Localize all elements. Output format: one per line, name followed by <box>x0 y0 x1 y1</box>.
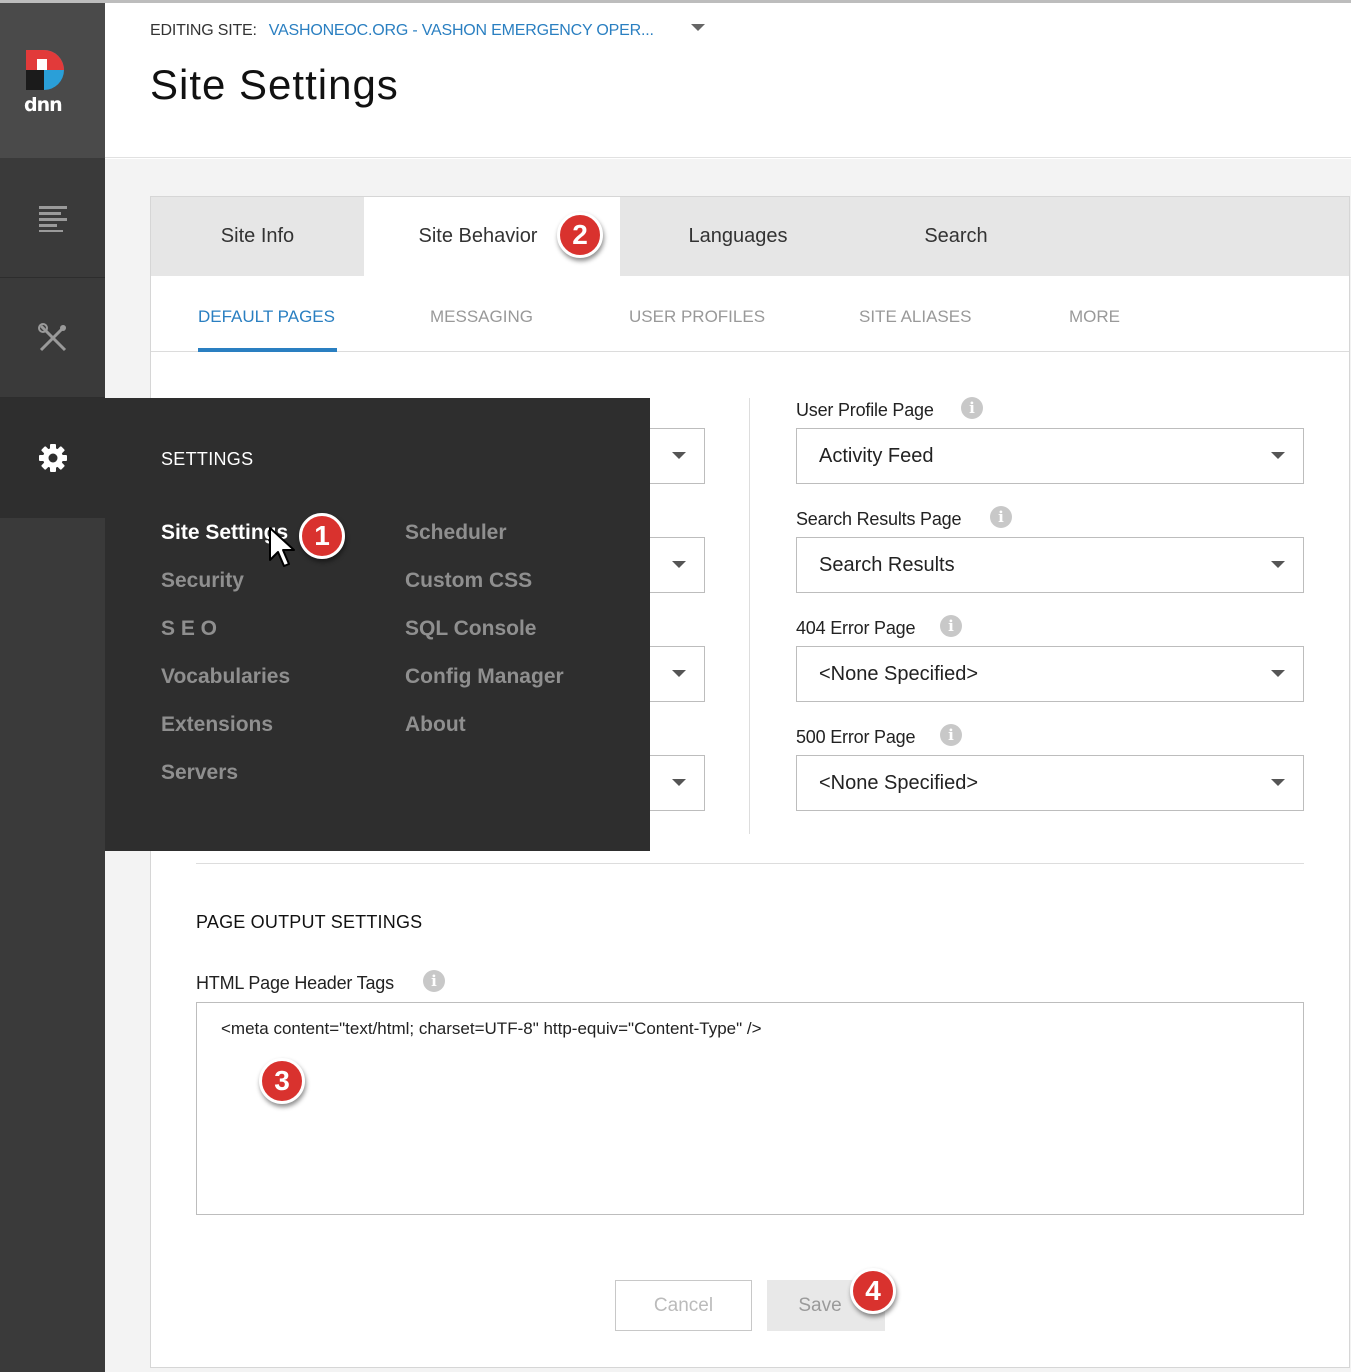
column-divider <box>749 398 750 834</box>
info-icon[interactable]: i <box>940 615 962 637</box>
select-value: Search Results <box>819 554 955 576</box>
tools-icon <box>37 323 66 352</box>
menu-item-sql-console[interactable]: SQL Console <box>405 617 536 641</box>
callout-badge-4: 4 <box>850 1268 896 1314</box>
info-icon[interactable]: i <box>423 970 445 992</box>
subtab-default-pages[interactable]: DEFAULT PAGES <box>198 307 335 327</box>
subtab-user-profiles[interactable]: USER PROFILES <box>629 307 765 327</box>
chevron-down-icon <box>672 779 686 786</box>
info-icon[interactable]: i <box>940 724 962 746</box>
chevron-down-icon <box>1271 779 1285 786</box>
error-500-page-select[interactable]: <None Specified> <box>796 755 1304 811</box>
callout-badge-1: 1 <box>299 513 345 559</box>
select-value: <None Specified> <box>819 772 979 794</box>
mouse-pointer-icon <box>269 527 295 567</box>
menu-item-seo[interactable]: S E O <box>161 617 217 641</box>
editing-site-label: EDITING SITE: <box>150 22 257 39</box>
chevron-down-icon <box>1271 452 1285 459</box>
chevron-down-icon <box>672 452 686 459</box>
dnn-logo-icon <box>26 50 64 90</box>
flyout-title: SETTINGS <box>161 449 254 469</box>
menu-item-servers[interactable]: Servers <box>161 761 238 785</box>
user-profile-page-label: User Profile Page <box>796 400 934 420</box>
gear-icon <box>38 444 67 472</box>
error-404-page-select[interactable]: <None Specified> <box>796 646 1304 702</box>
site-dropdown-caret-icon[interactable] <box>691 24 705 31</box>
menu-item-about[interactable]: About <box>405 713 466 737</box>
chevron-down-icon <box>672 561 686 568</box>
error-404-page-label: 404 Error Page <box>796 618 916 638</box>
subtab-messaging[interactable]: MESSAGING <box>430 307 533 327</box>
chevron-down-icon <box>1271 561 1285 568</box>
left-sidebar: dnn <box>0 3 105 1372</box>
editing-site-bar: EDITING SITE: VASHONEOC.ORG - VASHON EMER… <box>150 22 705 40</box>
search-results-page-select[interactable]: Search Results <box>796 537 1304 593</box>
active-subtab-indicator <box>198 348 337 352</box>
tab-languages[interactable]: Languages <box>620 197 856 276</box>
subtab-more[interactable]: MORE <box>1069 307 1120 327</box>
header-tags-textarea[interactable]: <meta content="text/html; charset=UTF-8"… <box>196 1002 1304 1215</box>
tab-bar: Site Info Site Behavior Languages Search <box>151 197 1349 276</box>
info-icon[interactable]: i <box>990 506 1012 528</box>
tab-site-behavior-label: Site Behavior <box>418 225 538 247</box>
menu-item-scheduler[interactable]: Scheduler <box>405 521 507 545</box>
page-output-section-title: PAGE OUTPUT SETTINGS <box>196 912 423 932</box>
menu-item-extensions[interactable]: Extensions <box>161 713 273 737</box>
page-header: EDITING SITE: VASHONEOC.ORG - VASHON EMER… <box>105 3 1351 158</box>
menu-item-config-manager[interactable]: Config Manager <box>405 665 564 689</box>
menu-item-security[interactable]: Security <box>161 569 244 593</box>
page-title: Site Settings <box>150 61 399 108</box>
settings-menu-button[interactable] <box>0 398 105 518</box>
tools-menu-button[interactable] <box>0 279 105 398</box>
chevron-down-icon <box>672 670 686 677</box>
dnn-logo[interactable]: dnn <box>0 3 105 158</box>
content-menu-button[interactable] <box>0 159 105 278</box>
info-icon[interactable]: i <box>961 397 983 419</box>
cancel-button[interactable]: Cancel <box>615 1280 752 1331</box>
content-icon <box>38 206 67 232</box>
menu-item-vocabularies[interactable]: Vocabularies <box>161 665 290 689</box>
callout-badge-3: 3 <box>259 1058 305 1104</box>
dnn-wordmark: dnn <box>24 94 63 116</box>
menu-item-custom-css[interactable]: Custom CSS <box>405 569 532 593</box>
settings-flyout-menu: SETTINGS Site Settings Security S E O Vo… <box>105 398 650 851</box>
tab-search[interactable]: Search <box>856 197 1056 276</box>
error-500-page-label: 500 Error Page <box>796 727 916 747</box>
search-results-page-label: Search Results Page <box>796 509 962 529</box>
header-tags-label: HTML Page Header Tags <box>196 973 394 993</box>
subtab-bar: DEFAULT PAGES MESSAGING USER PROFILES SI… <box>151 276 1349 352</box>
site-selector[interactable]: VASHONEOC.ORG - VASHON EMERGENCY OPER... <box>269 22 654 39</box>
header-tags-value: <meta content="text/html; charset=UTF-8"… <box>221 1019 762 1038</box>
user-profile-page-select[interactable]: Activity Feed <box>796 428 1304 484</box>
callout-badge-2: 2 <box>557 212 603 258</box>
subtab-site-aliases[interactable]: SITE ALIASES <box>859 307 971 327</box>
tab-site-info[interactable]: Site Info <box>151 197 364 276</box>
select-value: <None Specified> <box>819 663 979 685</box>
select-value: Activity Feed <box>819 445 934 467</box>
section-divider <box>196 863 1304 864</box>
chevron-down-icon <box>1271 670 1285 677</box>
save-button-label: Save <box>798 1294 842 1316</box>
